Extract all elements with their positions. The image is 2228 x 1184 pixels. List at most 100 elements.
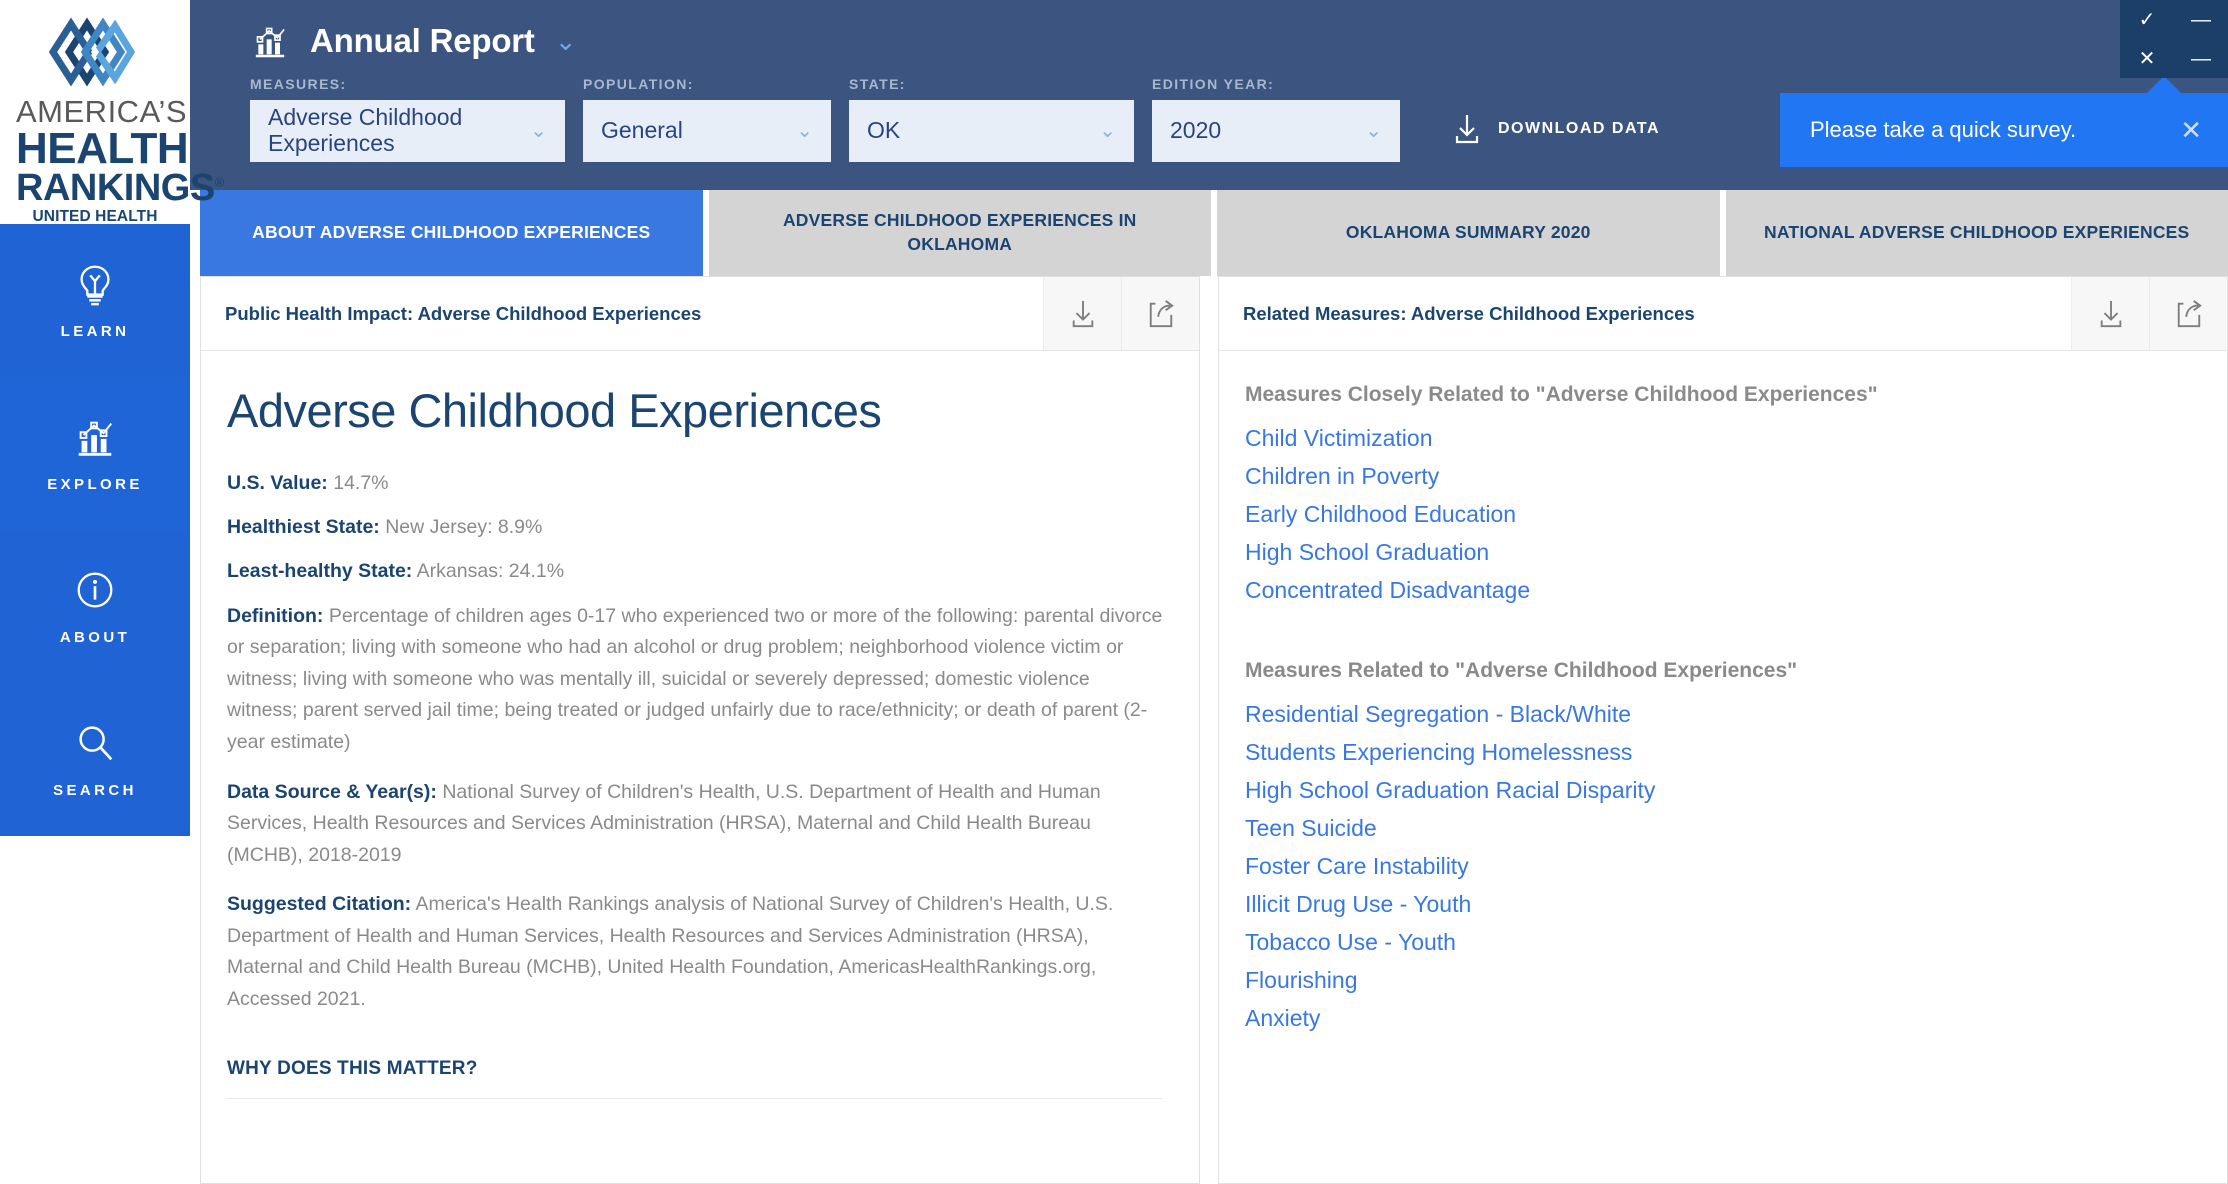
brand-logo[interactable]: AMERICA’S HEALTH RANKINGS® UNITED HEALTH… [0,0,224,301]
tab-state-summary[interactable]: OKLAHOMA SUMMARY 2020 [1217,190,1720,276]
close-icon[interactable]: ✕ [2139,49,2156,69]
tab-label: NATIONAL ADVERSE CHILDHOOD EXPERIENCES [1764,222,2190,243]
tab-label: ABOUT ADVERSE CHILDHOOD EXPERIENCES [252,222,651,243]
definition-label: Definition: [227,604,324,627]
tab-about-measure[interactable]: ABOUT ADVERSE CHILDHOOD EXPERIENCES [200,190,703,276]
least-healthy-state-row: Least-healthy State: Arkansas: 24.1% [227,556,1163,586]
population-label: POPULATION: [583,76,694,92]
sidebar-item-explore[interactable]: EXPLORE [0,377,190,530]
chevron-down-icon: ⌄ [1099,119,1116,142]
citation-label: Suggested Citation: [227,893,412,916]
related-measure-link[interactable]: Child Victimization [1245,425,2191,452]
related-measure-link[interactable]: Residential Segregation - Black/White [1245,701,2191,728]
public-health-impact-panel: Public Health Impact: Adverse Childhood … [200,276,1200,1184]
panel-title: Related Measures: Adverse Childhood Expe… [1243,302,1695,324]
diamond-logo-icon [48,17,136,87]
edition-year-value: 2020 [1170,117,1222,144]
share-icon [2177,299,2202,327]
left-sidebar: AMERICA’S HEALTH RANKINGS® UNITED HEALTH… [0,0,224,1184]
healthiest-state-label: Healthiest State: [227,516,380,539]
population-dropdown[interactable]: General ⌄ [583,100,831,162]
definition-text: Percentage of children ages 0-17 who exp… [227,604,1163,753]
data-source-row: Data Source & Year(s): National Survey o… [227,777,1163,872]
measure-title: Adverse Childhood Experiences [227,384,882,437]
bar-chart-icon [78,421,113,456]
minimize-icon[interactable]: — [2191,10,2211,30]
survey-toast[interactable]: Please take a quick survey. ✕ [1780,93,2228,167]
page-title: Annual Report [310,22,535,59]
app-window: AMERICA’S HEALTH RANKINGS® UNITED HEALTH… [0,0,2228,1184]
sidebar-item-label: SEARCH [53,782,137,799]
report-toolbar: Annual Report ⌄ MEASURES: Adverse Childh… [190,0,2228,190]
magnifier-icon [79,726,113,761]
sidebar-item-learn[interactable]: LEARN [0,224,190,377]
panel-body: Adverse Childhood Experiences U.S. Value… [201,351,1199,1183]
related-measure-link[interactable]: Flourishing [1245,967,2191,994]
panel-download-button[interactable] [1043,277,1121,350]
download-data-label: DOWNLOAD DATA [1498,120,1660,137]
related-measure-link[interactable]: Illicit Drug Use - Youth [1245,891,2191,918]
sidebar-item-search[interactable]: SEARCH [0,683,190,836]
panel-share-button[interactable] [2149,277,2227,350]
state-value: OK [867,117,901,144]
measures-dropdown[interactable]: Adverse Childhood Experiences ⌄ [250,100,565,162]
related-measures-panel: Related Measures: Adverse Childhood Expe… [1218,276,2228,1184]
window-controls: ✓ — ✕ — [2120,0,2228,78]
download-data-button[interactable]: DOWNLOAD DATA [1452,112,1660,162]
brand-line-americas: AMERICA’S [16,94,188,129]
tab-label: ADVERSE CHILDHOOD EXPERIENCES IN OKLAHOM… [782,210,1137,254]
info-circle-icon [77,572,113,608]
brand-line-rankings: RANKINGS® [16,167,224,210]
close-icon[interactable]: ✕ [2180,117,2202,143]
chevron-down-icon: ⌄ [796,119,813,142]
main-area: Annual Report ⌄ MEASURES: Adverse Childh… [190,0,2228,1184]
us-value: 14.7% [333,472,389,494]
state-selector-group: STATE: OK ⌄ [849,76,1134,162]
state-label: STATE: [849,76,906,92]
panel-header: Public Health Impact: Adverse Childhood … [201,277,1199,351]
sidebar-item-about[interactable]: ABOUT [0,530,190,683]
panel-title: Public Health Impact: Adverse Childhood … [225,302,702,324]
definition-row: Definition: Percentage of children ages … [227,601,1163,759]
panel-download-button[interactable] [2071,277,2149,350]
content-area: Public Health Impact: Adverse Childhood … [190,276,2228,1184]
related-measure-link[interactable]: Tobacco Use - Youth [1245,929,2191,956]
minimize-icon[interactable]: — [2191,49,2211,69]
least-healthy-state-value: Arkansas: 24.1% [416,560,565,583]
chevron-down-icon: ⌄ [530,119,547,142]
download-icon [2100,300,2121,327]
tab-measure-in-state[interactable]: ADVERSE CHILDHOOD EXPERIENCES IN OKLAHOM… [708,190,1211,276]
report-title-row[interactable]: Annual Report ⌄ [250,0,2228,66]
why-does-this-matter-heading: WHY DOES THIS MATTER? [227,1058,1163,1099]
us-value-row: U.S. Value: 14.7% [227,468,1163,498]
check-icon[interactable]: ✓ [2139,10,2156,30]
us-value-label: U.S. Value: [227,472,328,494]
related-measure-link[interactable]: Children in Poverty [1245,463,2191,490]
download-icon [1072,300,1093,327]
tab-bar: ABOUT ADVERSE CHILDHOOD EXPERIENCES ADVE… [190,190,2228,276]
related-measure-link[interactable]: Early Childhood Education [1245,501,2191,528]
measures-label: MEASURES: [250,76,347,92]
related-measure-link[interactable]: Students Experiencing Homelessness [1245,739,2191,766]
related-measure-link[interactable]: Concentrated Disadvantage [1245,577,2191,604]
closely-related-heading: Measures Closely Related to "Adverse Chi… [1245,383,1878,406]
related-measure-link[interactable]: Foster Care Instability [1245,853,2191,880]
related-measure-link[interactable]: Teen Suicide [1245,815,2191,842]
state-dropdown[interactable]: OK ⌄ [849,100,1134,162]
related-measure-link[interactable]: High School Graduation Racial Disparity [1245,777,2191,804]
edition-year-selector-group: EDITION YEAR: 2020 ⌄ [1152,76,1400,162]
panel-share-button[interactable] [1121,277,1199,350]
survey-text: Please take a quick survey. [1810,117,2077,142]
least-healthy-state-label: Least-healthy State: [227,560,413,583]
edition-year-dropdown[interactable]: 2020 ⌄ [1152,100,1400,162]
edition-year-label: EDITION YEAR: [1152,76,1275,92]
related-measure-link[interactable]: Anxiety [1245,1005,2191,1032]
population-selector-group: POPULATION: General ⌄ [583,76,831,162]
tab-national-measure[interactable]: NATIONAL ADVERSE CHILDHOOD EXPERIENCES [1725,190,2228,276]
sidebar-item-label: ABOUT [59,629,131,646]
chevron-down-icon[interactable]: ⌄ [555,28,577,54]
related-measure-link[interactable]: High School Graduation [1245,539,2191,566]
sidebar-item-label: EXPLORE [47,476,143,493]
sidebar-item-label: LEARN [60,323,130,340]
